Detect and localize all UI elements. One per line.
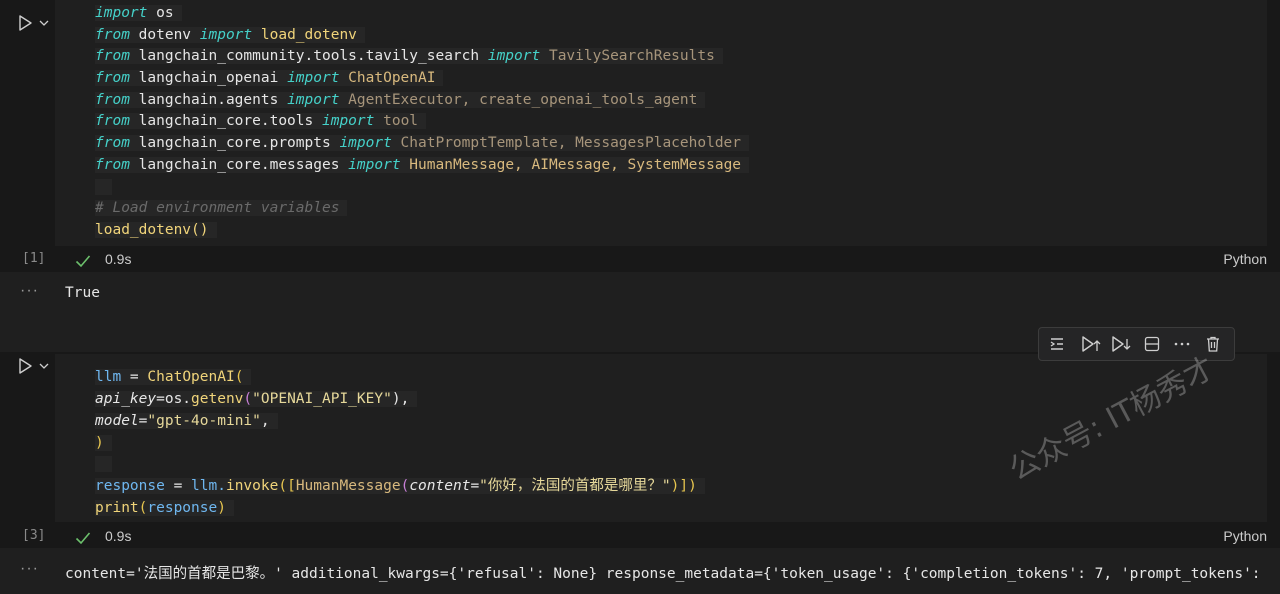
code-line: api_key=os.getenv("OPENAI_API_KEY"),	[95, 388, 418, 410]
cell-menu-toggle[interactable]	[38, 360, 50, 372]
cell-output-2: ··· content='法国的首都是巴黎。' additional_kwarg…	[0, 550, 1280, 594]
run-cell-button[interactable]	[16, 14, 34, 32]
more-icon	[1174, 342, 1190, 346]
cell-output-1: ··· True	[0, 272, 1280, 322]
run-icon	[19, 15, 32, 31]
run-by-line-icon	[1050, 338, 1064, 350]
code-line: import os	[95, 2, 182, 24]
code-line-blank	[95, 453, 112, 475]
execution-duration: 0.9s	[105, 528, 132, 544]
code-line: from langchain_community.tools.tavily_se…	[95, 45, 723, 67]
code-line-blank	[95, 176, 112, 198]
execute-above-button[interactable]	[1079, 332, 1103, 356]
code-line: from langchain_core.tools import tool	[95, 110, 427, 132]
code-line: llm = ChatOpenAI(	[95, 366, 252, 388]
execution-count: [3]	[22, 528, 46, 543]
cell-status-bar: [3] 0.9s Python	[0, 524, 1280, 548]
chevron-down-icon	[39, 20, 49, 26]
run-icon	[19, 358, 32, 374]
execute-below-icon	[1112, 336, 1131, 352]
output-text: content='法国的首都是巴黎。' additional_kwargs={'…	[65, 566, 1261, 582]
code-cell-1[interactable]: import os from dotenv import load_dotenv…	[0, 0, 1280, 272]
code-line: from dotenv import load_dotenv	[95, 24, 365, 46]
execute-above-icon	[1082, 336, 1101, 352]
execution-duration: 0.9s	[105, 251, 132, 267]
chevron-down-icon	[39, 363, 49, 369]
output-menu-button[interactable]: ···	[20, 282, 39, 300]
cell-status-bar: [1] 0.9s Python	[0, 247, 1280, 271]
code-line: response = llm.invoke([HumanMessage(cont…	[95, 475, 705, 497]
delete-icon	[1206, 336, 1219, 352]
split-cell-icon	[1144, 336, 1159, 352]
code-line: from langchain.agents import AgentExecut…	[95, 89, 706, 111]
code-editor[interactable]: import os from dotenv import load_dotenv…	[55, 0, 1267, 246]
code-line: from langchain_core.prompts import ChatP…	[95, 132, 750, 154]
code-comment: # Load environment variables	[95, 197, 348, 219]
code-line: load_dotenv()	[95, 219, 217, 241]
execution-count: [1]	[22, 251, 46, 266]
cell-language[interactable]: Python	[1223, 524, 1267, 548]
code-line: )	[95, 432, 112, 454]
code-line: from langchain_core.messages import Huma…	[95, 154, 750, 176]
split-cell-button[interactable]	[1140, 332, 1164, 356]
cell-language[interactable]: Python	[1223, 247, 1267, 271]
output-text: True	[65, 285, 100, 301]
check-icon	[75, 528, 91, 552]
code-line: from langchain_openai import ChatOpenAI	[95, 67, 444, 89]
run-by-line-button[interactable]	[1048, 332, 1072, 356]
output-menu-button[interactable]: ···	[20, 560, 39, 578]
execute-below-button[interactable]	[1109, 332, 1133, 356]
code-line: model="gpt-4o-mini",	[95, 410, 278, 432]
run-cell-button[interactable]	[16, 357, 34, 375]
cell-menu-toggle[interactable]	[38, 17, 50, 29]
code-line: print(response)	[95, 497, 234, 519]
